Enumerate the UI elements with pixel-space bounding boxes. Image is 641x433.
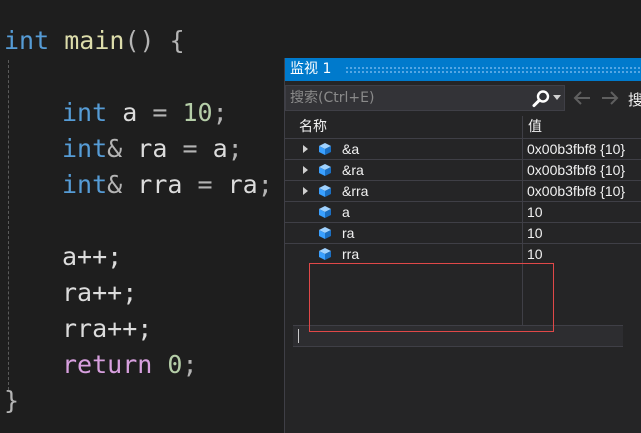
search-dropdown-icon[interactable] [553,95,561,100]
watch-title-bar[interactable]: 监视 1 [285,58,641,81]
code-line-4: int& rra = ra; [62,170,273,199]
text-cursor [298,329,299,343]
search-input[interactable] [290,89,526,107]
column-header-name[interactable]: 名称 [299,116,327,138]
watch-row-name: &a [342,141,360,157]
code-line-8: return 0; [62,350,198,379]
watch-row[interactable]: rra 10 [285,243,641,265]
code-line-1: int main() { [4,26,185,55]
watch-row-value[interactable]: 0x00b3fbf8 {10} [527,183,625,200]
code-line-5: a++; [62,242,123,271]
watch-row[interactable]: &rra 0x00b3fbf8 {10} [285,180,641,202]
add-watch-row[interactable] [293,325,623,347]
column-header-value[interactable]: 值 [528,116,542,138]
search-depth-label[interactable]: 搜 [628,89,641,110]
watch-search-bar: 搜 [285,84,641,112]
watch-row-value[interactable]: 10 [527,204,543,221]
variable-cube-icon [319,143,331,155]
watch-grid[interactable]: 名称 值 &a 0x00b3fbf8 {10} &ra 0x00b3fbf8 {10}… [285,116,641,347]
watch-row[interactable]: a 10 [285,201,641,223]
watch-row-value[interactable]: 10 [527,246,543,263]
code-line-6: ra++; [62,278,138,307]
watch-row-value[interactable]: 10 [527,225,543,242]
watch-row-name: ra [342,225,355,241]
watch-row-value[interactable]: 0x00b3fbf8 {10} [527,162,625,179]
watch-row[interactable]: &ra 0x00b3fbf8 {10} [285,159,641,181]
variable-cube-icon [319,248,331,260]
variable-cube-icon [319,206,331,218]
code-line-7: rra++; [62,314,153,343]
watch-row-name: &rra [342,183,369,199]
arrow-left-icon[interactable] [571,88,593,108]
expand-arrow-icon[interactable] [303,145,308,153]
search-box [285,85,565,111]
expand-arrow-icon[interactable] [303,166,308,174]
variable-cube-icon [319,164,331,176]
watch-row-name: &ra [342,162,364,178]
arrow-right-icon[interactable] [599,88,621,108]
watch-row-value[interactable]: 0x00b3fbf8 {10} [527,141,625,158]
code-line-3: int& ra = a; [62,134,243,163]
watch-row[interactable]: &a 0x00b3fbf8 {10} [285,138,641,160]
code-line-9: } [4,386,20,415]
watch-row-name: a [342,204,350,220]
variable-cube-icon [319,185,331,197]
code-line-2: int a = 10; [62,98,228,127]
watch-row[interactable]: ra 10 [285,222,641,244]
watch-row-name: rra [342,246,360,262]
fold-guide [8,60,9,390]
title-grip [345,66,641,73]
expand-arrow-icon[interactable] [303,187,308,195]
highlight-annotation [309,263,554,332]
watch-title: 监视 1 [290,61,332,77]
variable-cube-icon [319,227,331,239]
search-icon[interactable] [531,89,551,109]
watch-window[interactable]: 监视 1 搜 名称 值 &a 0x00b3fbf8 {10} &ra 0x00b3fb… [284,58,641,433]
